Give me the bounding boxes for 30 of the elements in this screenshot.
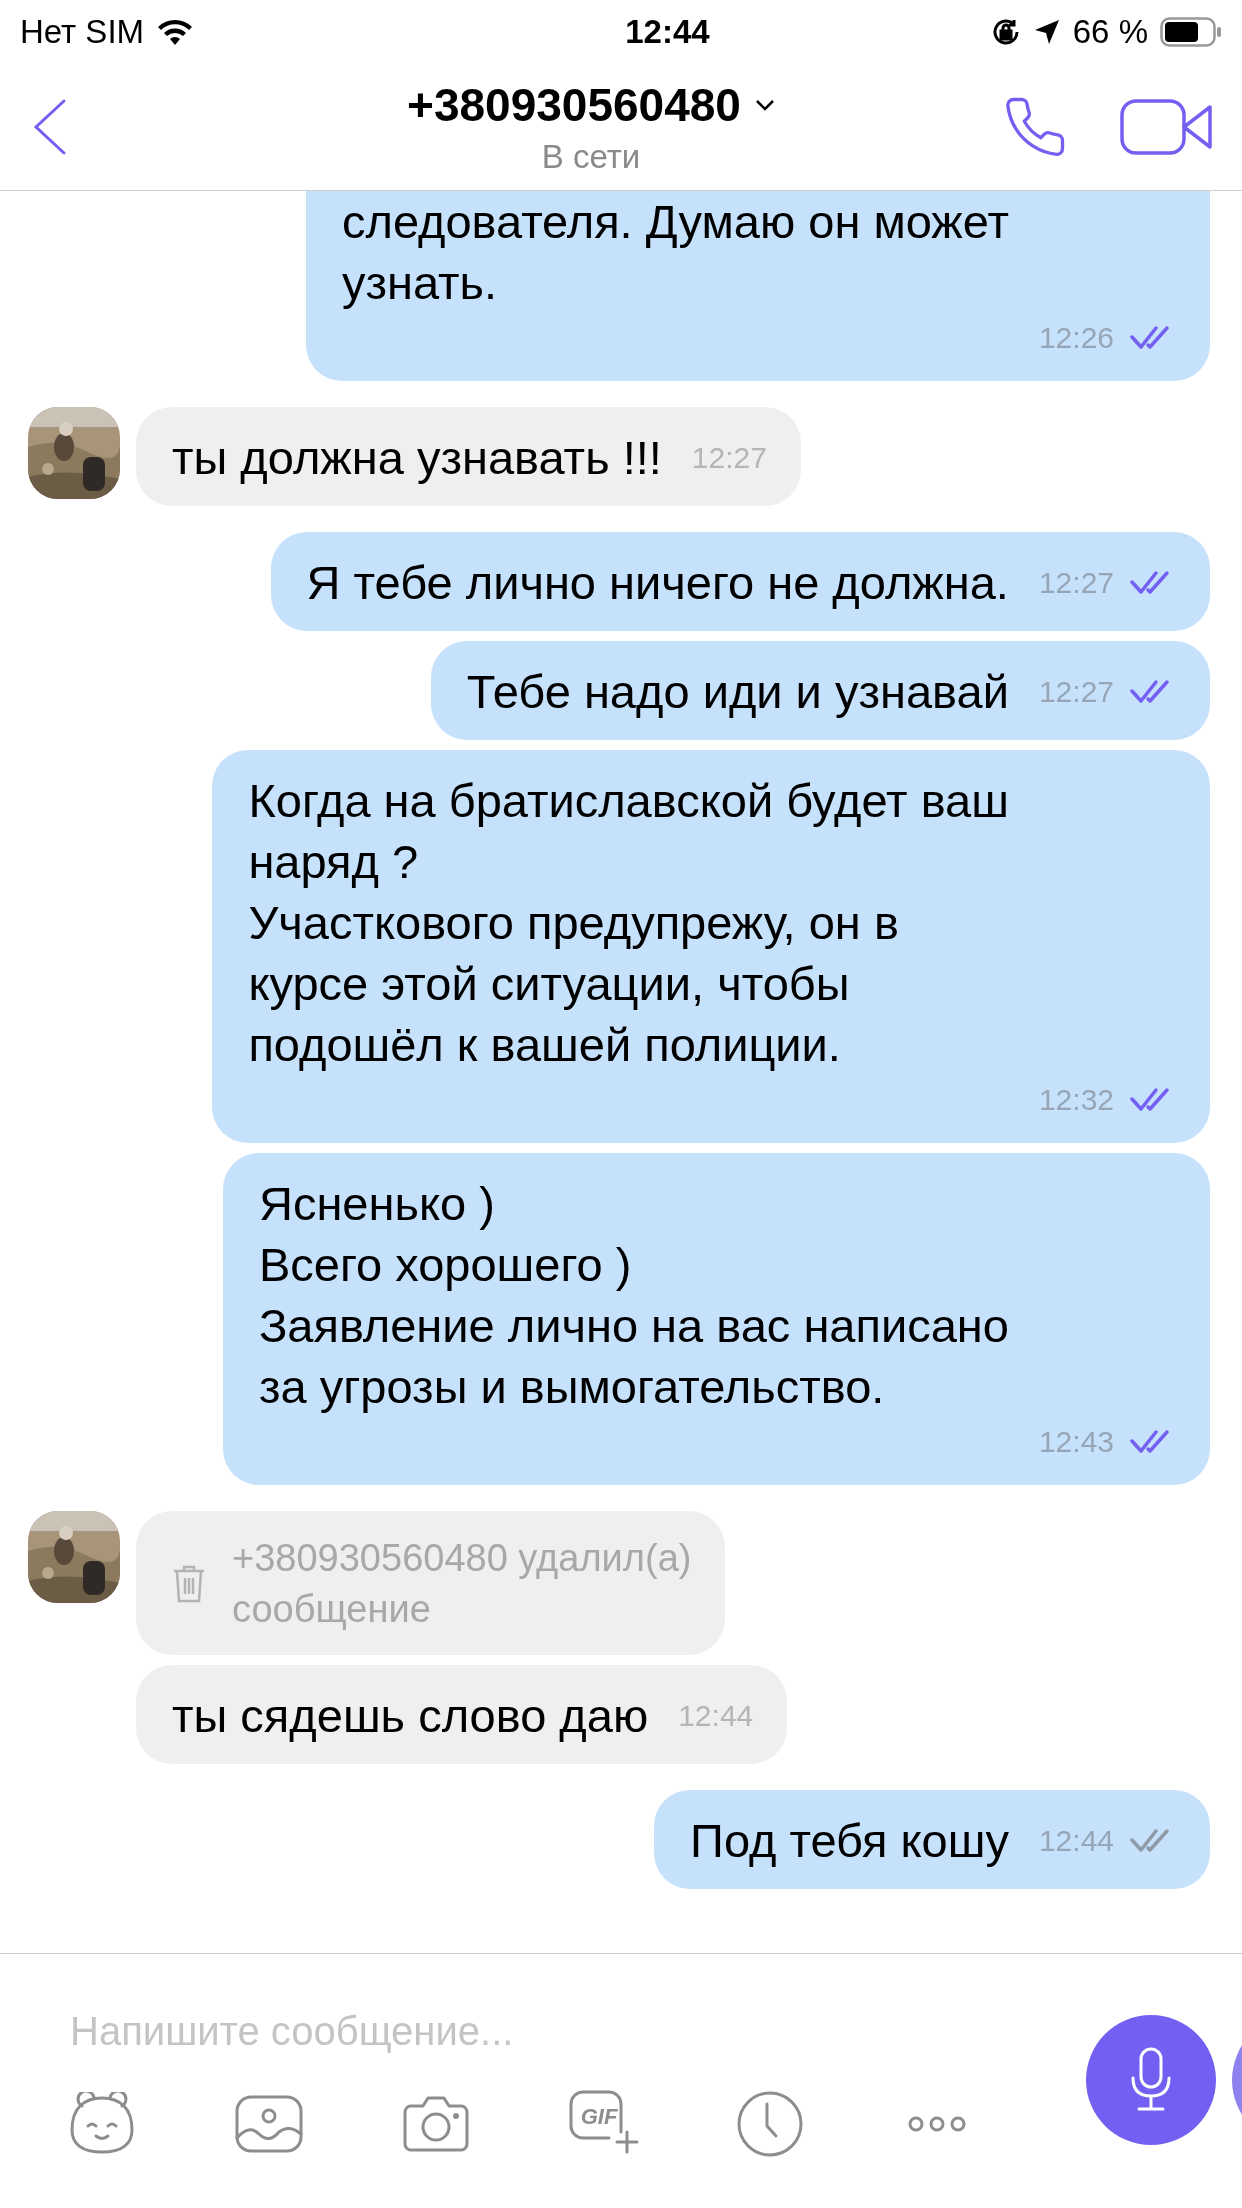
message-time: 12:32 <box>1038 1083 1114 1117</box>
message-text: Когда на братиславской будет ваш наряд ? Участкового предупрежу, он в курсе этой ситуации, чтобы подошёл к вашей полиции. <box>248 773 1010 1073</box>
carrier-label: Нет SIM <box>20 13 145 51</box>
contact-title[interactable]: +380930560480 <box>407 78 775 132</box>
message-input[interactable]: Напишите сообщение... <box>70 1996 970 2066</box>
message-text: Я тебе лично ничего не должна. <box>306 555 1009 611</box>
online-status: В сети <box>541 138 641 176</box>
message-time: 12:27 <box>1038 674 1114 709</box>
video-call-button[interactable] <box>1120 97 1214 157</box>
message-text: ты сядешь слово даю <box>172 1688 649 1744</box>
message-time: 12:44 <box>678 1698 754 1733</box>
message-time: 12:43 <box>1038 1425 1114 1459</box>
message-text: Тебе надо иди и узнавай <box>466 664 1009 720</box>
rotation-lock-icon <box>990 17 1021 47</box>
message-time: 12:27 <box>1038 565 1114 600</box>
message-time: 12:27 <box>691 440 767 475</box>
clock-time: 12:44 <box>625 13 710 51</box>
message-text: Ясненько ) Всего хорошего ) Заявление лично на вас написано за угрозы и вымогательство. <box>258 1176 1010 1415</box>
message-text: Под тебя кошу <box>690 1813 1009 1869</box>
message-time: 12:26 <box>1038 321 1114 355</box>
chevron-down-icon <box>754 99 775 111</box>
trash-icon <box>172 1564 206 1604</box>
battery-percent: 66 % <box>1072 13 1148 51</box>
deleted-message-text: +380930560480 удалил(а) сообщение <box>232 1536 692 1632</box>
battery-icon <box>1160 17 1222 47</box>
wifi-icon <box>156 18 195 46</box>
message-text: ты должна узнавать !!! <box>172 430 662 486</box>
message-text: следователя. Думаю он может узнать. <box>342 194 1010 311</box>
more-icon <box>907 2116 967 2132</box>
message-time: 12:44 <box>1038 1823 1114 1858</box>
